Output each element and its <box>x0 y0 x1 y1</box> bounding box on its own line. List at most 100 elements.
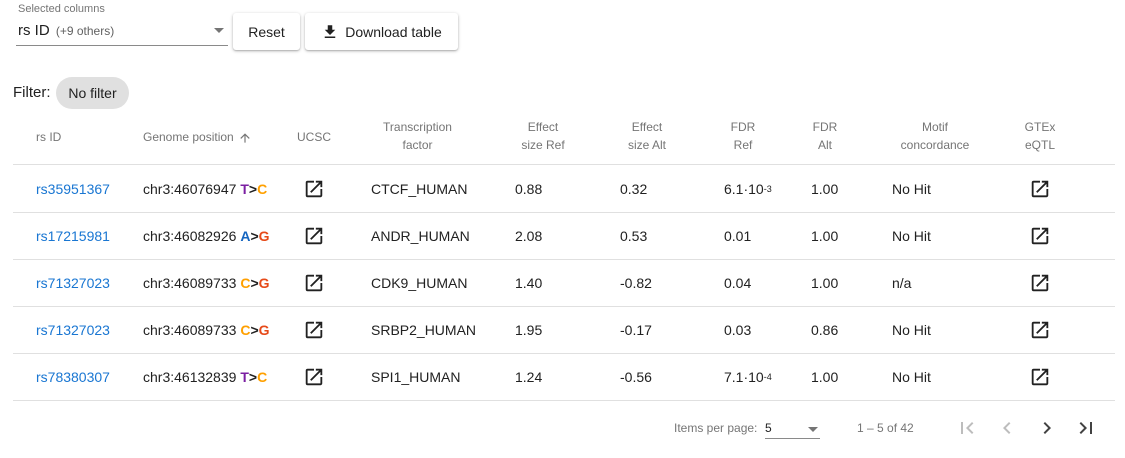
gtex-link-button[interactable] <box>1029 178 1051 200</box>
previous-page-button[interactable] <box>995 416 1019 440</box>
fdr-ref-value: 6.1·10 <box>724 180 764 197</box>
items-per-page-label: Items per page: <box>674 421 758 435</box>
ucsc-cell <box>294 306 334 353</box>
next-page-button[interactable] <box>1035 416 1059 440</box>
column-header-motif[interactable]: Motif concordance <box>890 118 980 154</box>
open-in-new-icon <box>1031 227 1049 244</box>
fdr-ref-value: 7.1·10 <box>724 368 764 385</box>
rsid-link[interactable]: rs35951367 <box>36 181 110 197</box>
effect-size-ref: 1.95 <box>515 321 543 338</box>
ucsc-cell <box>294 165 334 212</box>
column-header-esa[interactable]: Effect size Alt <box>612 118 682 154</box>
open-in-new-icon <box>1031 274 1049 291</box>
rsid-cell: rs17215981 <box>36 212 126 259</box>
ucsc-cell <box>294 259 334 306</box>
column-header-esr[interactable]: Effect size Ref <box>508 118 578 154</box>
genome-position: chr3:46082926 <box>143 227 237 244</box>
motif-concordance: No Hit <box>892 368 931 385</box>
page-range-label: 1 – 5 of 42 <box>857 421 914 435</box>
table-row: rs71327023 chr3:46089733 C > G SRBP2_HUMAN 1.… <box>13 306 1115 353</box>
selected-columns-value: rs ID (+9 others) <box>18 22 115 39</box>
transcription-factor-cell: SPI1_HUMAN <box>371 353 521 400</box>
fdr-ref-value: 0.01 <box>724 227 752 244</box>
items-per-page-select[interactable]: 5 <box>765 419 820 439</box>
reset-button-label: Reset <box>248 23 285 40</box>
first-page-icon <box>961 422 974 434</box>
fdr-alt-value: 0.86 <box>811 321 839 338</box>
allele-separator: > <box>250 274 259 291</box>
no-filter-chip[interactable]: No filter <box>56 77 129 109</box>
rsid-link[interactable]: rs78380307 <box>36 369 110 385</box>
chevron-down-icon <box>214 28 224 33</box>
column-header-ucsc[interactable]: UCSC <box>294 128 334 146</box>
first-page-button[interactable] <box>955 416 979 440</box>
column-header-fdrr[interactable]: FDR Ref <box>718 118 768 154</box>
column-header-text: UCSC <box>296 130 331 144</box>
selected-columns-select[interactable]: Selected columns rs ID (+9 others) <box>16 0 228 46</box>
column-header-text: Motif <box>921 120 948 134</box>
download-button-label: Download table <box>345 23 442 40</box>
fdr-alt-cell: 0.86 <box>811 306 861 353</box>
column-header-gtex[interactable]: GTEx eQTL <box>1020 118 1060 154</box>
effect-size-alt-cell: -0.17 <box>620 306 690 353</box>
genome-position: chr3:46076947 <box>143 180 237 197</box>
ref-allele: C <box>240 321 251 338</box>
column-header-genome[interactable]: Genome position <box>143 128 283 146</box>
genome-position-cell: chr3:46082926 A > G <box>143 212 283 259</box>
ucsc-link-button[interactable] <box>303 225 325 247</box>
last-page-icon <box>1079 422 1092 434</box>
column-header-text: Alt <box>817 138 832 152</box>
rsid-link[interactable]: rs17215981 <box>36 228 110 244</box>
chip-label: No filter <box>68 85 117 101</box>
filter-label: Filter: <box>13 84 51 101</box>
rsid-link[interactable]: rs71327023 <box>36 275 110 291</box>
alt-allele: G <box>258 321 270 338</box>
gtex-link-button[interactable] <box>1029 366 1051 388</box>
ucsc-link-button[interactable] <box>303 272 325 294</box>
gtex-link-button[interactable] <box>1029 272 1051 294</box>
column-header-text: Effect <box>527 120 559 134</box>
effect-size-alt: -0.17 <box>620 321 652 338</box>
effect-size-ref-cell: 1.40 <box>515 259 585 306</box>
column-header-label: Genome position <box>143 130 234 144</box>
effect-size-ref-cell: 2.08 <box>515 212 585 259</box>
ucsc-link-button[interactable] <box>303 319 325 341</box>
reset-button[interactable]: Reset <box>233 13 300 50</box>
gtex-link-button[interactable] <box>1029 225 1051 247</box>
ref-allele: T <box>240 368 249 385</box>
motif-concordance: No Hit <box>892 227 931 244</box>
column-header-tf[interactable]: Transcription factor <box>370 118 465 154</box>
motif-concordance-cell: No Hit <box>892 212 992 259</box>
rsid-link[interactable]: rs71327023 <box>36 322 110 338</box>
select-underline <box>16 45 228 46</box>
alt-allele: G <box>258 227 270 244</box>
arrow-upward-icon <box>240 133 250 143</box>
column-header-text: size Alt <box>627 138 666 152</box>
column-header-text: GTEx <box>1024 120 1056 134</box>
gtex-link-button[interactable] <box>1029 319 1051 341</box>
transcription-factor-cell: SRBP2_HUMAN <box>371 306 521 353</box>
alt-allele: C <box>257 180 268 197</box>
ucsc-link-button[interactable] <box>303 366 325 388</box>
fdr-ref-cell: 0.03 <box>724 306 804 353</box>
download-table-button[interactable]: Download table <box>305 13 458 50</box>
open-in-new-icon <box>1031 321 1049 338</box>
column-header-fdra[interactable]: FDR Alt <box>800 118 850 154</box>
rsid-cell: rs35951367 <box>36 165 126 212</box>
rsid-cell: rs78380307 <box>36 353 126 400</box>
effect-size-ref-cell: 1.95 <box>515 306 585 353</box>
motif-concordance-cell: No Hit <box>892 306 992 353</box>
genome-position: chr3:46089733 <box>143 274 237 291</box>
select-underline <box>765 438 820 439</box>
ucsc-link-button[interactable] <box>303 178 325 200</box>
download-icon <box>324 24 336 38</box>
effect-size-alt-cell: -0.56 <box>620 353 690 400</box>
fdr-alt-cell: 1.00 <box>811 212 861 259</box>
fdr-ref-cell: 0.04 <box>724 259 804 306</box>
transcription-factor: CDK9_HUMAN <box>371 274 468 291</box>
effect-size-ref: 1.24 <box>515 368 543 385</box>
effect-size-alt-cell: 0.32 <box>620 165 690 212</box>
open-in-new-icon <box>305 180 323 197</box>
last-page-button[interactable] <box>1074 416 1098 440</box>
column-header-rsid[interactable]: rs ID <box>36 128 126 146</box>
